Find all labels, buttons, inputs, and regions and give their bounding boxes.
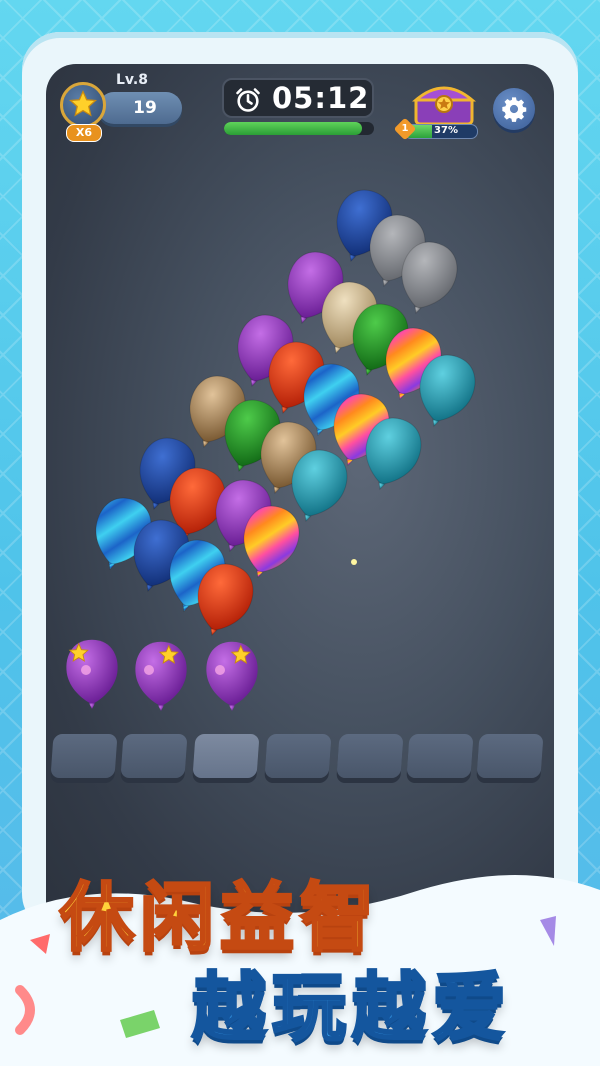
game-board: Lv.8 19 X6 05:12 37% 1 bbox=[46, 64, 554, 944]
collection-slot[interactable] bbox=[50, 734, 118, 778]
collection-slot[interactable] bbox=[336, 734, 404, 778]
collection-slot[interactable] bbox=[264, 734, 332, 778]
collection-slot[interactable] bbox=[120, 734, 188, 778]
collection-slot[interactable] bbox=[406, 734, 474, 778]
collection-slot-highlighted[interactable] bbox=[192, 734, 260, 778]
star-balloons bbox=[66, 639, 258, 712]
collection-slot[interactable] bbox=[476, 734, 544, 778]
banner-title-line2: 越玩越爱 bbox=[191, 964, 512, 1053]
balloon-pile bbox=[66, 182, 483, 712]
